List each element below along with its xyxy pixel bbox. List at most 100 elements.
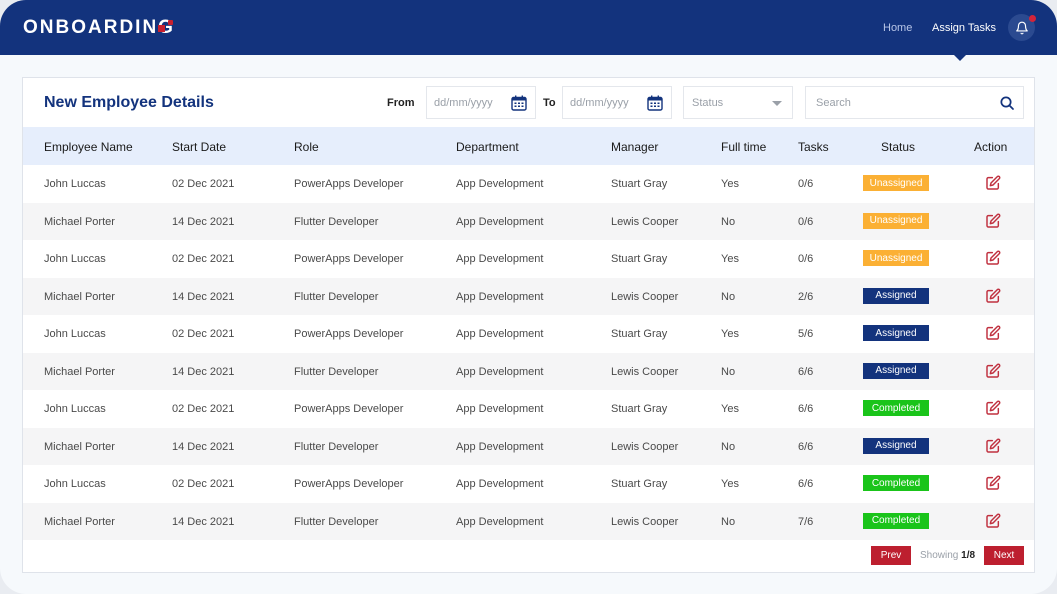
- cell-tasks: 0/6: [798, 178, 814, 190]
- search-input[interactable]: Search: [805, 86, 1024, 119]
- edit-icon[interactable]: [985, 213, 1001, 234]
- status-filter-placeholder: Status: [692, 96, 724, 109]
- logo-mark-dot: [168, 20, 173, 25]
- cell-manager: Stuart Gray: [611, 403, 668, 415]
- cell-department: App Development: [456, 515, 544, 528]
- page-indicator: Showing 1/8: [920, 550, 975, 561]
- cell-department: App Development: [456, 253, 544, 265]
- table-row: Michael Porter 14 Dec 2021 Flutter Develop…: [23, 352, 1034, 390]
- active-nav-indicator: [954, 55, 966, 61]
- cell-role: PowerApps Developer: [294, 403, 404, 415]
- table-row: John Luccas 02 Dec 2021 PowerApps Develope…: [23, 165, 1034, 203]
- column-header-employee-name[interactable]: Employee Name: [44, 140, 133, 154]
- cell-start-date: 14 Dec 2021: [172, 365, 235, 378]
- column-header-tasks[interactable]: Tasks: [798, 140, 829, 154]
- cell-manager: Stuart Gray: [611, 478, 668, 490]
- cell-start-date: 02 Dec 2021: [172, 253, 235, 265]
- cell-manager: Stuart Gray: [611, 253, 668, 265]
- cell-manager: Lewis Cooper: [611, 515, 679, 528]
- top-navbar: ONBOARDING Home Assign Tasks: [0, 0, 1057, 55]
- status-badge: Assigned: [863, 325, 929, 341]
- prev-button[interactable]: Prev: [871, 546, 911, 565]
- edit-icon[interactable]: [985, 175, 1001, 196]
- edit-icon[interactable]: [985, 438, 1001, 459]
- cell-full-time: Yes: [721, 328, 739, 340]
- status-badge: Assigned: [863, 437, 929, 454]
- cell-tasks: 0/6: [798, 253, 814, 265]
- nav-home[interactable]: Home: [883, 22, 912, 34]
- column-header-action: Action: [974, 140, 1008, 154]
- cell-full-time: No: [721, 215, 736, 228]
- cell-start-date: 02 Dec 2021: [172, 478, 235, 490]
- status-badge: Completed: [863, 475, 929, 491]
- column-header-status[interactable]: Status: [881, 140, 915, 154]
- from-date-input[interactable]: dd/mm/yyyy: [426, 86, 536, 119]
- cell-start-date: 14 Dec 2021: [172, 215, 235, 228]
- column-header-role[interactable]: Role: [294, 140, 319, 154]
- cell-start-date: 02 Dec 2021: [172, 403, 235, 415]
- cell-start-date: 14 Dec 2021: [172, 440, 235, 453]
- column-header-department[interactable]: Department: [456, 140, 519, 154]
- cell-employee-name: John Luccas: [44, 328, 106, 340]
- cell-department: App Development: [456, 328, 544, 340]
- cell-employee-name: Michael Porter: [44, 365, 115, 378]
- cell-employee-name: Michael Porter: [44, 440, 115, 453]
- column-header-full-time[interactable]: Full time: [721, 140, 766, 154]
- cell-manager: Stuart Gray: [611, 178, 668, 190]
- showing-label: Showing: [920, 550, 959, 561]
- cell-tasks: 2/6: [798, 290, 814, 303]
- cell-role: PowerApps Developer: [294, 178, 404, 190]
- chevron-down-icon: [772, 101, 782, 106]
- cell-full-time: Yes: [721, 478, 739, 490]
- calendar-icon[interactable]: [647, 95, 663, 111]
- cell-manager: Lewis Cooper: [611, 215, 679, 228]
- edit-icon[interactable]: [985, 475, 1001, 496]
- cell-start-date: 14 Dec 2021: [172, 290, 235, 303]
- cell-role: PowerApps Developer: [294, 328, 404, 340]
- cell-manager: Lewis Cooper: [611, 365, 679, 378]
- cell-tasks: 6/6: [798, 478, 814, 490]
- cell-tasks: 6/6: [798, 365, 814, 378]
- nav-assign-tasks[interactable]: Assign Tasks: [932, 22, 996, 34]
- calendar-icon[interactable]: [511, 95, 527, 111]
- edit-icon[interactable]: [985, 250, 1001, 271]
- cell-department: App Development: [456, 403, 544, 415]
- table-header: Employee Name Start Date Role Department…: [23, 127, 1034, 165]
- table-row: John Luccas 02 Dec 2021 PowerApps Develope…: [23, 240, 1034, 278]
- search-icon[interactable]: [999, 95, 1015, 111]
- table-row: John Luccas 02 Dec 2021 PowerApps Develope…: [23, 315, 1034, 353]
- cell-role: PowerApps Developer: [294, 253, 404, 265]
- edit-icon[interactable]: [985, 400, 1001, 421]
- column-header-start-date[interactable]: Start Date: [172, 140, 226, 154]
- status-badge: Unassigned: [863, 212, 929, 229]
- edit-icon[interactable]: [985, 363, 1001, 384]
- to-date-input[interactable]: dd/mm/yyyy: [562, 86, 672, 119]
- cell-tasks: 6/6: [798, 440, 814, 453]
- cell-employee-name: John Luccas: [44, 178, 106, 190]
- edit-icon[interactable]: [985, 288, 1001, 309]
- next-button[interactable]: Next: [984, 546, 1024, 565]
- cell-department: App Development: [456, 440, 544, 453]
- table-row: Michael Porter 14 Dec 2021 Flutter Develop…: [23, 427, 1034, 465]
- cell-role: Flutter Developer: [294, 515, 379, 528]
- cell-employee-name: Michael Porter: [44, 515, 115, 528]
- cell-full-time: Yes: [721, 403, 739, 415]
- status-badge: Completed: [863, 400, 929, 416]
- cell-full-time: Yes: [721, 178, 739, 190]
- notification-badge: [1029, 15, 1036, 22]
- edit-icon[interactable]: [985, 513, 1001, 534]
- cell-start-date: 02 Dec 2021: [172, 328, 235, 340]
- status-badge: Assigned: [863, 287, 929, 304]
- cell-role: Flutter Developer: [294, 290, 379, 303]
- showing-value: 1/8: [961, 550, 976, 561]
- employee-details-card: New Employee Details From dd/mm/yyyy To …: [22, 77, 1035, 573]
- status-filter-select[interactable]: Status: [683, 86, 793, 119]
- cell-department: App Development: [456, 365, 544, 378]
- cell-tasks: 7/6: [798, 515, 814, 528]
- table-row: John Luccas 02 Dec 2021 PowerApps Develope…: [23, 465, 1034, 503]
- column-header-manager[interactable]: Manager: [611, 140, 658, 154]
- search-placeholder: Search: [816, 96, 851, 109]
- cell-department: App Development: [456, 478, 544, 490]
- edit-icon[interactable]: [985, 325, 1001, 346]
- to-date-placeholder: dd/mm/yyyy: [570, 96, 629, 109]
